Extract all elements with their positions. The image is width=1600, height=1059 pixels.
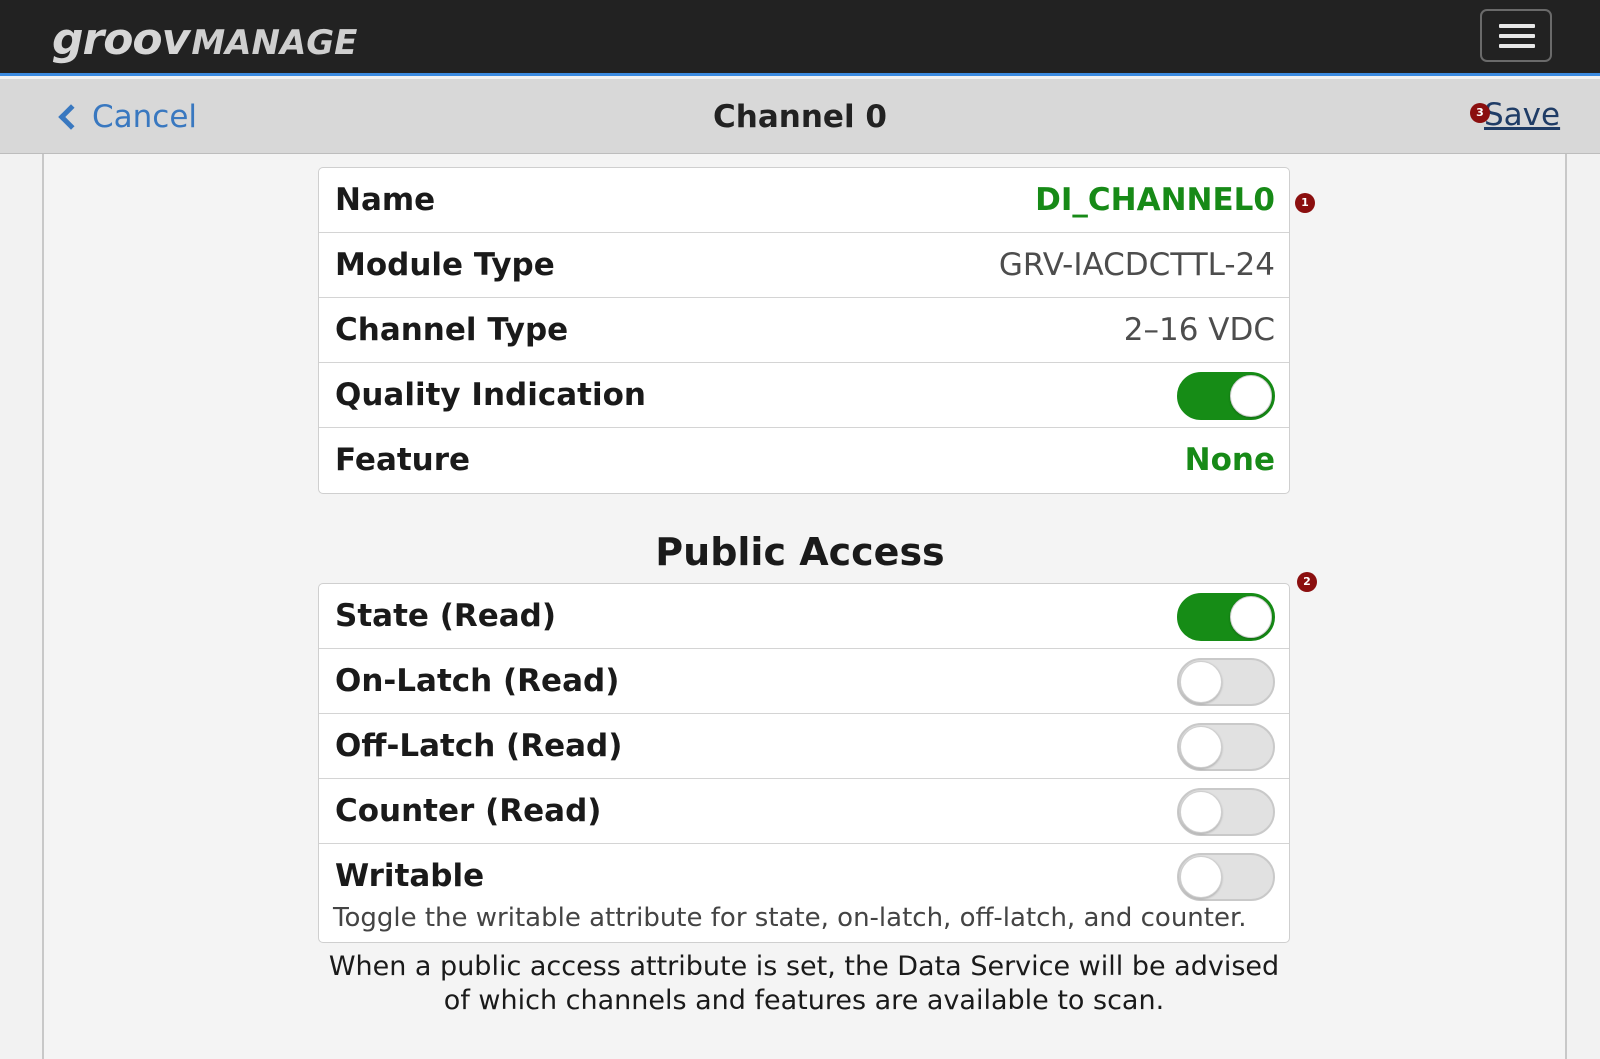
writable-row: Writable Toggle the writable attribute f… (319, 844, 1289, 942)
quality-indication-row: Quality Indication (319, 363, 1289, 428)
hamburger-menu-button[interactable] (1480, 9, 1552, 62)
counter-read-row: Counter (Read) (319, 779, 1289, 844)
name-row[interactable]: Name DI_CHANNEL0 (319, 168, 1289, 233)
toggle-knob (1180, 661, 1222, 703)
toggle-knob (1180, 856, 1222, 898)
quality-indication-toggle[interactable] (1177, 372, 1275, 420)
public-access-panel: State (Read) On-Latch (Read) Off-Latch (… (318, 583, 1290, 943)
hamburger-line-icon (1499, 44, 1535, 48)
state-read-row: State (Read) (319, 584, 1289, 649)
module-type-value: GRV-IACDCTTL-24 (998, 247, 1275, 283)
toggle-knob (1230, 596, 1272, 638)
public-access-badge: 2 (1297, 572, 1317, 592)
page-nav-bar: Cancel Channel 0 Save 3 (0, 79, 1600, 154)
counter-read-label: Counter (Read) (335, 793, 602, 829)
feature-label: Feature (335, 442, 471, 478)
name-badge: 1 (1295, 193, 1315, 213)
module-type-row: Module Type GRV-IACDCTTL-24 (319, 233, 1289, 298)
toggle-knob (1180, 726, 1222, 768)
on-latch-read-label: On-Latch (Read) (335, 663, 620, 699)
groov-manage-logo[interactable]: groov MANAGE (52, 14, 358, 65)
off-latch-read-toggle[interactable] (1177, 723, 1275, 771)
module-type-label: Module Type (335, 247, 555, 283)
top-app-bar: groov MANAGE (0, 0, 1600, 76)
channel-details-panel: Name DI_CHANNEL0 Module Type GRV-IACDCTT… (318, 167, 1290, 494)
channel-type-value: 2–16 VDC (1123, 312, 1275, 348)
feature-value[interactable]: None (1185, 442, 1275, 478)
toggle-knob (1180, 791, 1222, 833)
writable-toggle[interactable] (1177, 853, 1275, 901)
save-button[interactable]: Save (1484, 97, 1560, 133)
name-value[interactable]: DI_CHANNEL0 (1035, 182, 1275, 218)
quality-indication-label: Quality Indication (335, 377, 646, 413)
state-read-toggle[interactable] (1177, 593, 1275, 641)
toggle-knob (1230, 375, 1272, 417)
hamburger-line-icon (1499, 24, 1535, 28)
logo-text-manage: MANAGE (191, 23, 358, 63)
counter-read-toggle[interactable] (1177, 788, 1275, 836)
name-label: Name (335, 182, 436, 218)
off-latch-read-row: Off-Latch (Read) (319, 714, 1289, 779)
off-latch-read-label: Off-Latch (Read) (335, 728, 623, 764)
on-latch-read-toggle[interactable] (1177, 658, 1275, 706)
save-badge: 3 (1470, 103, 1490, 123)
channel-type-row: Channel Type 2–16 VDC (319, 298, 1289, 363)
state-read-label: State (Read) (335, 598, 557, 634)
hamburger-line-icon (1499, 34, 1535, 38)
on-latch-read-row: On-Latch (Read) (319, 649, 1289, 714)
feature-row[interactable]: Feature None (319, 428, 1289, 493)
channel-type-label: Channel Type (335, 312, 569, 348)
page-title: Channel 0 (713, 99, 887, 135)
logo-text-groov: groov (52, 14, 190, 65)
public-access-footnote: When a public access attribute is set, t… (328, 951, 1280, 1016)
public-access-heading: Public Access (655, 530, 945, 574)
writable-label: Writable (335, 858, 485, 894)
writable-description: Toggle the writable attribute for state,… (333, 903, 1247, 933)
